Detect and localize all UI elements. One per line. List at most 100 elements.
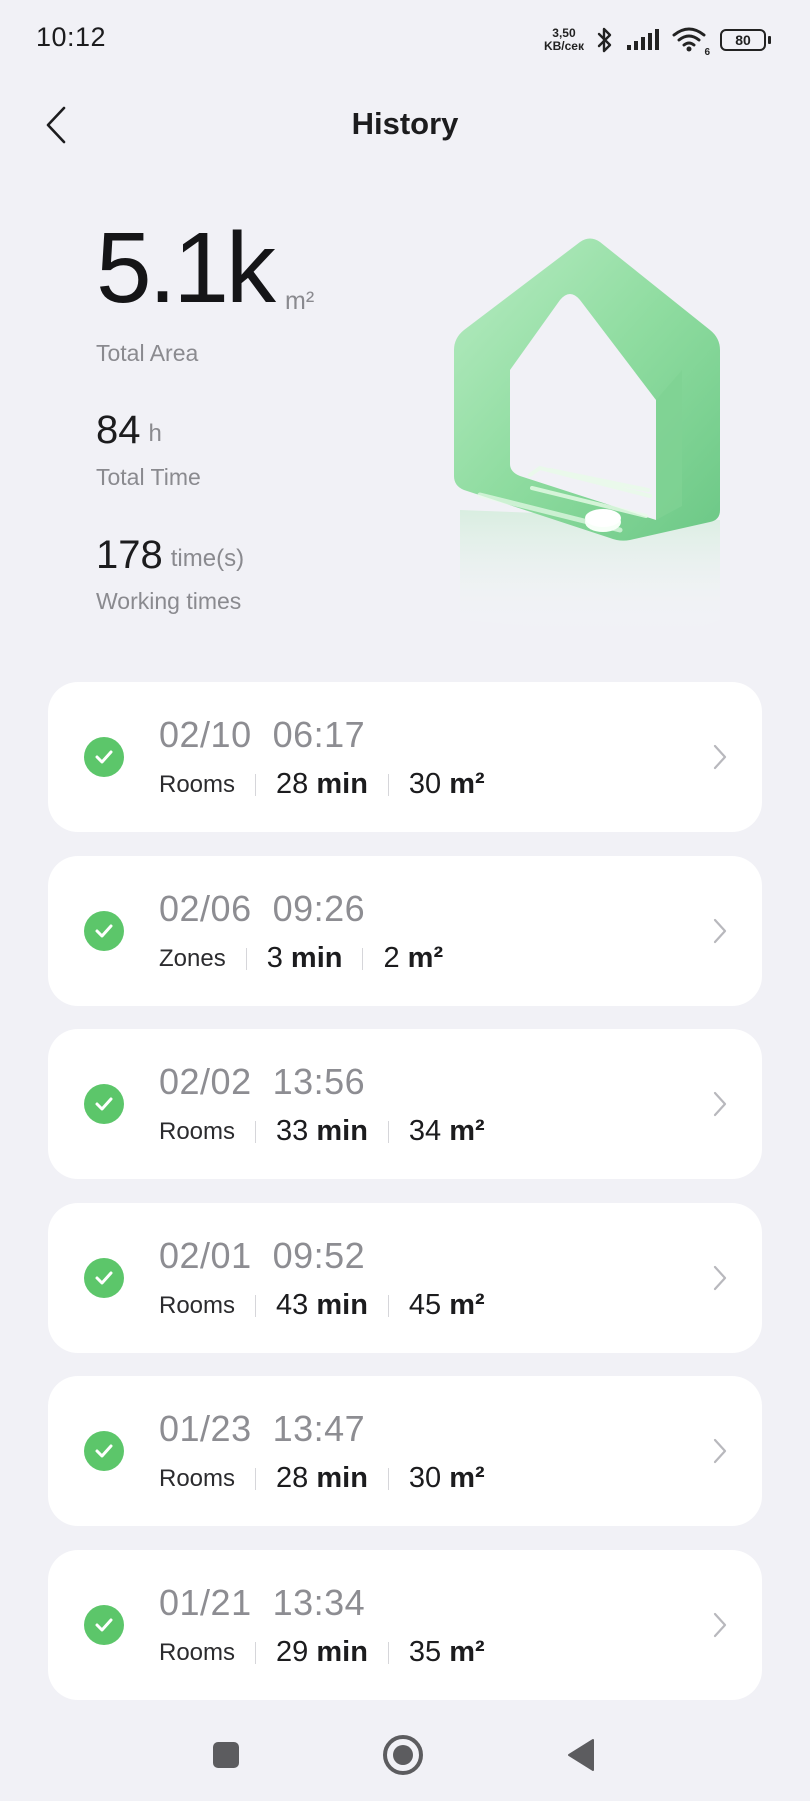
record-details: Rooms 28 min 30 m² — [159, 1462, 485, 1495]
status-icons: 3,50 KB/сек 6 80 — [543, 20, 771, 60]
history-record-card[interactable]: 02/01 09:52 Rooms 43 min 45 m² — [48, 1203, 762, 1353]
history-record-card[interactable]: 01/21 13:34 Rooms 29 min 35 m² — [48, 1550, 762, 1700]
record-area-unit: m² — [449, 768, 485, 800]
record-duration-unit: min — [316, 1289, 368, 1321]
total-time-unit: h — [148, 420, 162, 447]
chevron-right-icon — [713, 744, 727, 770]
record-duration-unit: min — [316, 1115, 368, 1147]
page-title: History — [351, 106, 459, 141]
divider — [245, 947, 247, 970]
record-time: 09:52 — [272, 1235, 366, 1276]
record-duration-value: 3 — [266, 942, 283, 974]
recents-button[interactable] — [203, 1732, 249, 1778]
record-time: 13:34 — [272, 1582, 366, 1623]
history-record-card[interactable]: 01/23 13:47 Rooms 28 min 30 m² — [48, 1376, 762, 1526]
chevron-right-icon — [713, 1265, 727, 1291]
record-area-value: 30 — [408, 1462, 442, 1494]
circle-icon — [383, 1735, 423, 1775]
chevron-right-icon — [713, 1091, 727, 1117]
record-duration: 29 min — [276, 1636, 368, 1669]
record-area: 2 m² — [383, 942, 443, 975]
record-area: 35 m² — [409, 1636, 485, 1669]
record-area-value: 35 — [408, 1636, 442, 1668]
record-datetime: 01/23 13:47 — [159, 1408, 365, 1450]
divider — [387, 1120, 389, 1143]
total-area-label: Total Area — [96, 340, 199, 366]
record-area-unit: m² — [449, 1462, 485, 1494]
total-area-stat: 5.1k m² — [96, 218, 314, 318]
bluetooth-icon — [597, 27, 612, 53]
chevron-right-icon — [713, 1438, 727, 1464]
record-duration: 3 min — [267, 942, 343, 975]
total-time-stat: 84 h — [96, 410, 162, 450]
check-circle-icon — [84, 1084, 124, 1124]
wifi-icon — [672, 27, 706, 52]
house-illustration — [454, 238, 720, 640]
wifi-standard: 6 — [704, 47, 710, 58]
divider — [387, 1467, 389, 1490]
record-time: 09:26 — [272, 888, 366, 929]
divider — [362, 947, 364, 970]
record-duration-unit: min — [290, 942, 343, 974]
divider — [387, 1641, 389, 1664]
record-date: 02/01 — [159, 1235, 252, 1276]
record-mode: Rooms — [159, 1638, 236, 1666]
record-area: 30 m² — [409, 1462, 485, 1495]
record-area-unit: m² — [449, 1636, 485, 1668]
record-time: 13:56 — [272, 1061, 366, 1102]
check-circle-icon — [84, 911, 124, 951]
record-duration-unit: min — [316, 1636, 368, 1668]
divider — [255, 1120, 257, 1143]
divider — [255, 1294, 257, 1317]
record-duration-unit: min — [316, 768, 368, 800]
record-details: Rooms 29 min 35 m² — [159, 1636, 485, 1669]
working-times-unit: time(s) — [170, 545, 245, 572]
record-area-unit: m² — [449, 1289, 485, 1321]
wifi: 6 — [672, 26, 710, 58]
total-area-value: 5.1k — [96, 212, 276, 324]
divider — [255, 1641, 257, 1664]
record-duration-value: 29 — [276, 1636, 309, 1668]
chevron-right-icon — [713, 1612, 727, 1638]
network-speed-unit: KB/сек — [543, 39, 584, 53]
status-time: 10:12 — [36, 22, 107, 52]
check-circle-icon — [84, 737, 124, 777]
history-record-card[interactable]: 02/06 09:26 Zones 3 min 2 m² — [48, 856, 762, 1006]
home-button[interactable] — [380, 1732, 426, 1778]
record-date: 01/21 — [159, 1582, 252, 1623]
record-datetime: 02/02 13:56 — [159, 1061, 365, 1103]
record-duration: 28 min — [276, 1462, 368, 1495]
total-area-unit: m² — [285, 287, 315, 315]
navigation-bar — [0, 1706, 810, 1801]
working-times-stat: 178 time(s) — [96, 535, 244, 575]
working-times-value: 178 — [96, 533, 163, 577]
record-area-value: 2 — [383, 942, 400, 974]
record-area-value: 34 — [408, 1115, 442, 1147]
triangle-back-icon — [568, 1739, 594, 1771]
square-icon — [213, 1742, 239, 1768]
check-circle-icon — [84, 1431, 124, 1471]
total-time-value: 84 — [96, 408, 141, 452]
working-times-label: Working times — [96, 588, 242, 614]
record-duration: 33 min — [276, 1115, 368, 1148]
check-circle-icon — [84, 1258, 124, 1298]
record-area: 30 m² — [409, 768, 485, 801]
record-duration-unit: min — [316, 1462, 368, 1494]
record-area-unit: m² — [407, 942, 444, 974]
record-area: 34 m² — [409, 1115, 485, 1148]
record-duration-value: 33 — [276, 1115, 309, 1147]
history-record-card[interactable]: 02/10 06:17 Rooms 28 min 30 m² — [48, 682, 762, 832]
history-record-card[interactable]: 02/02 13:56 Rooms 33 min 34 m² — [48, 1029, 762, 1179]
battery-indicator: 80 — [720, 29, 771, 51]
record-datetime: 02/01 09:52 — [159, 1235, 365, 1277]
record-duration: 43 min — [276, 1289, 368, 1322]
record-date: 02/10 — [159, 714, 252, 755]
record-time: 06:17 — [272, 714, 366, 755]
record-duration-value: 28 — [276, 768, 309, 800]
record-duration-value: 28 — [276, 1462, 309, 1494]
nav-back-button[interactable] — [558, 1732, 604, 1778]
record-datetime: 01/21 13:34 — [159, 1582, 365, 1624]
signal-icon — [627, 29, 659, 50]
record-area-value: 30 — [408, 768, 442, 800]
record-time: 13:47 — [272, 1408, 366, 1449]
